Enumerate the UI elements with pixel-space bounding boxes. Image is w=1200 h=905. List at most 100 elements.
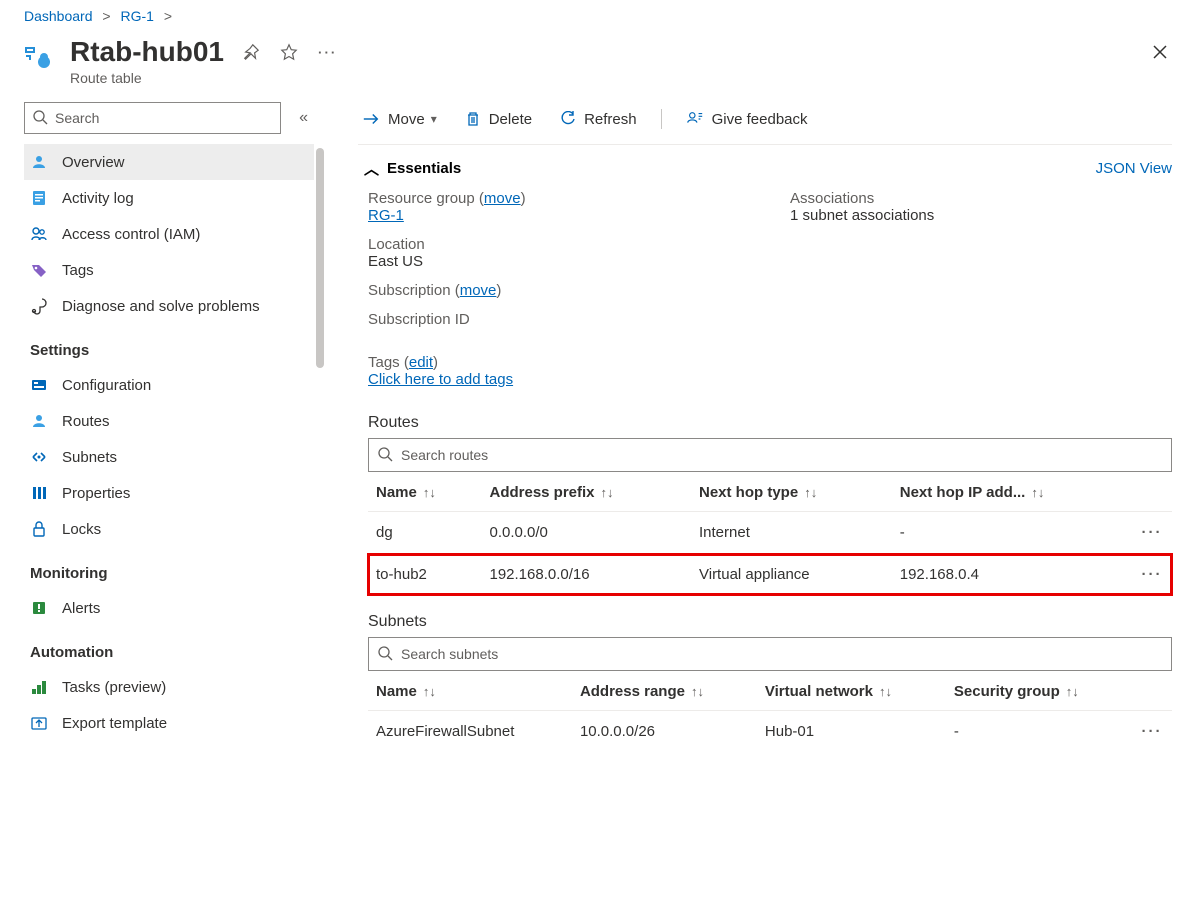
iam-icon (30, 225, 48, 243)
routes-col-header[interactable]: Name↑↓ (368, 472, 481, 512)
routes-col-header[interactable]: Next hop type↑↓ (691, 472, 892, 512)
routes-title: Routes (358, 396, 1172, 438)
breadcrumb-item-dashboard[interactable]: Dashboard (24, 8, 93, 24)
refresh-icon (560, 111, 576, 127)
sidebar-item-label: Alerts (62, 600, 100, 617)
breadcrumb-separator: > (96, 8, 116, 24)
feedback-icon (686, 110, 704, 128)
subnets-col-header[interactable]: Address range↑↓ (572, 671, 757, 711)
row-actions-button[interactable]: ··· (1132, 554, 1172, 596)
subnets-table: Name↑↓Address range↑↓Virtual network↑↓Se… (368, 671, 1172, 752)
sidebar-item-label: Tags (62, 262, 94, 279)
sidebar-item-tasks-preview-[interactable]: Tasks (preview) (24, 669, 314, 705)
json-view-link[interactable]: JSON View (1096, 160, 1172, 177)
tags-edit-link[interactable]: edit (409, 354, 433, 371)
sidebar: « Overview Activity log Access control (IA… (0, 98, 330, 905)
sidebar-search (24, 102, 281, 134)
sidebar-group-title: Monitoring (24, 547, 314, 590)
sidebar-item-export-template[interactable]: Export template (24, 705, 314, 741)
sidebar-item-diagnose-and-solve-problems[interactable]: Diagnose and solve problems (24, 288, 314, 324)
rg-move-link[interactable]: move (484, 190, 521, 207)
essentials-assoc-value: 1 subnet associations (790, 207, 934, 224)
more-button[interactable]: ··· (316, 43, 339, 62)
cell-prefix: 0.0.0.0/0 (481, 512, 691, 554)
row-actions-button[interactable]: ··· (1132, 711, 1172, 753)
star-icon (280, 43, 298, 61)
subnets-col-header[interactable]: Virtual network↑↓ (757, 671, 946, 711)
sidebar-item-label: Access control (IAM) (62, 226, 200, 243)
essentials-rg-label: Resource group ( (368, 190, 484, 207)
sidebar-item-subnets[interactable]: Subnets (24, 439, 314, 475)
sidebar-item-label: Activity log (62, 190, 134, 207)
essentials-location-value: East US (368, 253, 423, 270)
rg-value-link[interactable]: RG-1 (368, 207, 404, 224)
table-row[interactable]: dg0.0.0.0/0Internet-··· (368, 512, 1172, 554)
tags-section: Tags (edit) Click here to add tags (358, 336, 1172, 396)
breadcrumb-item-rg[interactable]: RG-1 (120, 8, 153, 24)
page-subtitle: Route table (70, 70, 339, 86)
sidebar-search-input[interactable] (24, 102, 281, 134)
sidebar-item-activity-log[interactable]: Activity log (24, 180, 314, 216)
resource-icon (24, 42, 56, 74)
sub-move-link[interactable]: move (460, 282, 497, 299)
search-icon (32, 109, 48, 128)
sidebar-group-title: Settings (24, 324, 314, 367)
routes-col-header[interactable]: Next hop IP add...↑↓ (892, 472, 1132, 512)
sort-icon: ↑↓ (1066, 684, 1079, 699)
sidebar-item-alerts[interactable]: Alerts (24, 590, 314, 626)
feedback-button[interactable]: Give feedback (682, 108, 812, 130)
page-header: Rtab-hub01 ··· Route table (0, 28, 1200, 98)
search-icon (377, 645, 393, 664)
chevron-double-left-icon: « (299, 109, 308, 126)
diagnose-icon (30, 297, 48, 315)
favorite-button[interactable] (278, 41, 300, 63)
subnets-col-header[interactable]: Security group↑↓ (946, 671, 1132, 711)
routes-table: Name↑↓Address prefix↑↓Next hop type↑↓Nex… (368, 472, 1172, 595)
sidebar-collapse-button[interactable]: « (293, 108, 314, 128)
overview-icon (30, 153, 48, 171)
sidebar-item-routes[interactable]: Routes (24, 403, 314, 439)
cell-vnet: Hub-01 (757, 711, 946, 753)
routes-search (368, 438, 1172, 472)
cell-range: 10.0.0.0/26 (572, 711, 757, 753)
tags-add-link[interactable]: Click here to add tags (368, 371, 513, 388)
sidebar-scrollbar[interactable] (312, 148, 328, 905)
main-content: Move ▾ Delete Refresh Give feedback (330, 98, 1200, 905)
pin-icon (242, 43, 260, 61)
routes-icon (30, 412, 48, 430)
subnets-icon (30, 448, 48, 466)
sidebar-item-configuration[interactable]: Configuration (24, 367, 314, 403)
subnets-col-header[interactable]: Name↑↓ (368, 671, 572, 711)
routes-search-input[interactable] (369, 439, 1171, 471)
sidebar-item-locks[interactable]: Locks (24, 511, 314, 547)
pin-button[interactable] (240, 41, 262, 63)
breadcrumb-separator: > (158, 8, 178, 24)
alerts-icon (30, 599, 48, 617)
sidebar-item-properties[interactable]: Properties (24, 475, 314, 511)
arrow-right-icon (362, 110, 380, 128)
sort-icon: ↑↓ (601, 485, 614, 500)
breadcrumb: Dashboard > RG-1 > (0, 0, 1200, 28)
essentials-toggle[interactable]: ︿ Essentials (358, 157, 467, 180)
delete-button[interactable]: Delete (461, 109, 536, 130)
table-row[interactable]: to-hub2192.168.0.0/16Virtual appliance19… (368, 554, 1172, 596)
sidebar-item-tags[interactable]: Tags (24, 252, 314, 288)
cell-prefix: 192.168.0.0/16 (481, 554, 691, 596)
sidebar-item-label: Overview (62, 154, 125, 171)
table-row[interactable]: AzureFirewallSubnet10.0.0.0/26Hub-01-··· (368, 711, 1172, 753)
search-icon (377, 446, 393, 465)
routes-col-header[interactable]: Address prefix↑↓ (481, 472, 691, 512)
sidebar-item-access-control-iam-[interactable]: Access control (IAM) (24, 216, 314, 252)
chevron-down-icon: ▾ (431, 112, 437, 126)
move-button[interactable]: Move ▾ (358, 108, 441, 130)
close-button[interactable] (1144, 36, 1176, 73)
sidebar-item-label: Locks (62, 521, 101, 538)
sidebar-item-overview[interactable]: Overview (24, 144, 314, 180)
essentials-grid: Resource group (move) RG-1 Location East… (358, 184, 1172, 336)
close-icon (1152, 44, 1168, 60)
refresh-button[interactable]: Refresh (556, 109, 641, 130)
cell-hop_type: Internet (691, 512, 892, 554)
row-actions-button[interactable]: ··· (1132, 512, 1172, 554)
cell-name: to-hub2 (368, 554, 481, 596)
subnets-search-input[interactable] (369, 638, 1171, 670)
